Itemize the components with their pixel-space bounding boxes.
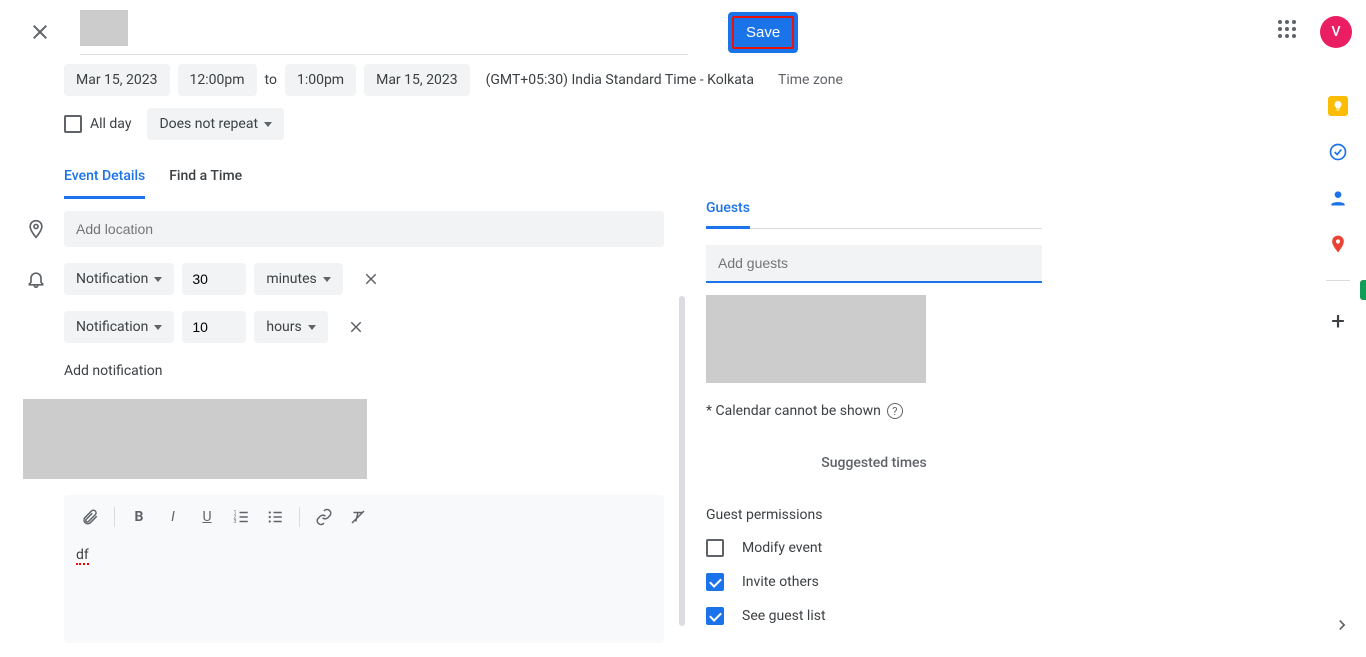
- attach-icon[interactable]: [76, 503, 104, 531]
- modify-event-label: Modify event: [742, 540, 822, 556]
- notification-unit-label: hours: [266, 319, 301, 335]
- scrollbar[interactable]: [679, 296, 685, 626]
- numbered-list-icon[interactable]: 123: [227, 503, 255, 531]
- redacted-block: [23, 399, 367, 479]
- see-guest-list-checkbox[interactable]: [706, 607, 724, 625]
- timezone-text: (GMT+05:30) India Standard Time - Kolkat…: [486, 72, 754, 88]
- tab-find-a-time[interactable]: Find a Time: [169, 168, 242, 199]
- end-date-chip[interactable]: Mar 15, 2023: [364, 64, 470, 96]
- to-label: to: [265, 72, 277, 88]
- see-guest-list-label: See guest list: [742, 608, 826, 624]
- chevron-down-icon: [154, 277, 162, 282]
- all-day-label: All day: [90, 116, 131, 132]
- calendar-note-text: * Calendar cannot be shown: [706, 403, 881, 419]
- suggested-times-button[interactable]: Suggested times: [706, 455, 1042, 471]
- notification-type-dropdown-0[interactable]: Notification: [64, 263, 174, 295]
- repeat-dropdown[interactable]: Does not repeat: [147, 108, 284, 140]
- clear-format-icon[interactable]: [344, 503, 372, 531]
- contacts-icon[interactable]: [1328, 188, 1348, 208]
- add-guests-input[interactable]: [706, 245, 1042, 283]
- notification-unit-dropdown-1[interactable]: hours: [254, 311, 327, 343]
- maps-icon[interactable]: [1328, 234, 1348, 254]
- start-date-chip[interactable]: Mar 15, 2023: [64, 64, 170, 96]
- link-icon[interactable]: [310, 503, 338, 531]
- add-addon-button[interactable]: +: [1331, 307, 1345, 335]
- underline-icon[interactable]: U: [193, 503, 221, 531]
- bold-icon[interactable]: B: [125, 503, 153, 531]
- location-icon: [24, 219, 48, 239]
- modify-event-checkbox[interactable]: [706, 539, 724, 557]
- timezone-link[interactable]: Time zone: [778, 72, 843, 88]
- notification-unit-label: minutes: [266, 271, 316, 287]
- description-textarea[interactable]: df: [64, 539, 664, 643]
- notification-unit-dropdown-0[interactable]: minutes: [254, 263, 342, 295]
- help-icon[interactable]: ?: [887, 403, 903, 419]
- keep-icon[interactable]: [1328, 96, 1348, 116]
- chevron-down-icon: [308, 325, 316, 330]
- all-day-checkbox[interactable]: [64, 115, 82, 133]
- chevron-down-icon: [323, 277, 331, 282]
- remove-notification-0[interactable]: [351, 259, 391, 299]
- svg-text:3: 3: [234, 519, 237, 525]
- start-time-chip[interactable]: 12:00pm: [178, 64, 257, 96]
- collapse-panel-icon[interactable]: [1332, 615, 1352, 639]
- bullet-list-icon[interactable]: [261, 503, 289, 531]
- notification-type-dropdown-1[interactable]: Notification: [64, 311, 174, 343]
- save-button[interactable]: Save: [732, 16, 794, 49]
- notification-type-label: Notification: [76, 319, 148, 335]
- notification-value-input-0[interactable]: [182, 263, 246, 295]
- italic-icon[interactable]: I: [159, 503, 187, 531]
- event-title-input[interactable]: [80, 10, 128, 46]
- notification-bell-icon: [24, 269, 48, 289]
- notification-type-label: Notification: [76, 271, 148, 287]
- side-indicator: [1360, 280, 1366, 300]
- repeat-label: Does not repeat: [159, 116, 258, 132]
- description-editor: B I U 123 df: [64, 495, 664, 643]
- notification-value-input-1[interactable]: [182, 311, 246, 343]
- chevron-down-icon: [264, 122, 272, 127]
- invite-others-checkbox[interactable]: [706, 573, 724, 591]
- apps-icon[interactable]: [1278, 20, 1302, 44]
- tasks-icon[interactable]: [1328, 142, 1348, 162]
- tab-event-details[interactable]: Event Details: [64, 168, 145, 199]
- guest-permissions-title: Guest permissions: [706, 507, 1042, 523]
- description-text: df: [76, 547, 89, 565]
- invite-others-label: Invite others: [742, 574, 819, 590]
- end-time-chip[interactable]: 1:00pm: [285, 64, 356, 96]
- location-input[interactable]: [64, 211, 664, 247]
- tab-guests[interactable]: Guests: [706, 200, 750, 229]
- redacted-guest-block: [706, 295, 926, 383]
- close-button[interactable]: [16, 8, 64, 56]
- chevron-down-icon: [154, 325, 162, 330]
- remove-notification-1[interactable]: [336, 307, 376, 347]
